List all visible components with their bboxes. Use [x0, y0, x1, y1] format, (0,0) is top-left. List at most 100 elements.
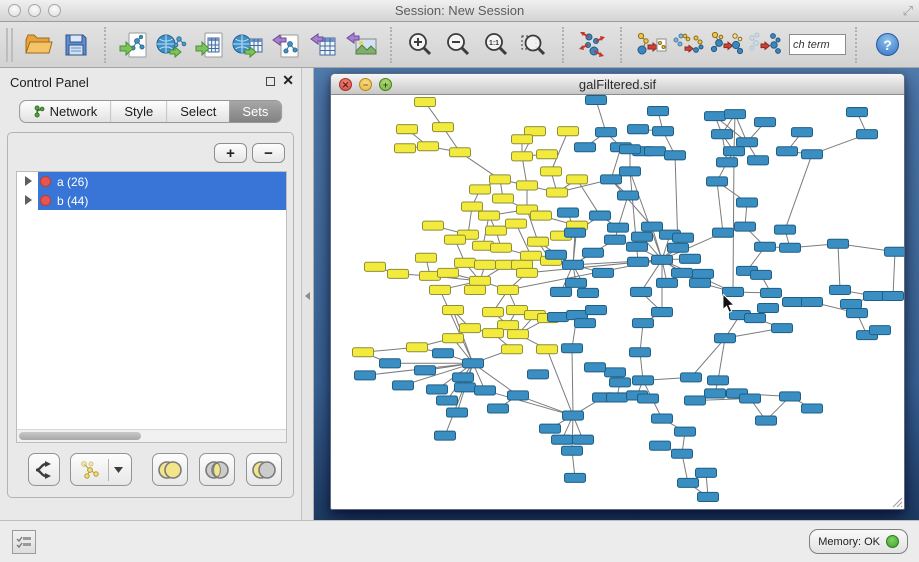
network-node[interactable]: [673, 233, 694, 242]
network-node[interactable]: [638, 394, 659, 403]
network-node[interactable]: [593, 268, 614, 277]
network-node[interactable]: [780, 392, 801, 401]
export-network-button[interactable]: [267, 26, 305, 64]
network-node[interactable]: [486, 226, 507, 235]
network-node[interactable]: [575, 143, 596, 152]
network-node[interactable]: [630, 348, 651, 357]
network-node[interactable]: [653, 127, 674, 136]
network-node[interactable]: [830, 285, 851, 294]
network-node[interactable]: [755, 242, 776, 251]
network-node[interactable]: [642, 222, 663, 231]
network-node[interactable]: [652, 255, 673, 264]
network-node[interactable]: [737, 138, 758, 147]
panel-divider[interactable]: [301, 68, 314, 520]
difference-sets-button[interactable]: [246, 453, 282, 486]
network-node[interactable]: [433, 349, 454, 358]
network-window[interactable]: ✕ − + galFiltered.sif: [330, 73, 905, 510]
network-node[interactable]: [475, 386, 496, 395]
network-node[interactable]: [355, 371, 376, 380]
network-node[interactable]: [455, 383, 476, 392]
network-node[interactable]: [717, 158, 738, 167]
network-node[interactable]: [652, 414, 673, 423]
network-edge[interactable]: [734, 114, 735, 151]
network-node[interactable]: [537, 345, 558, 354]
network-node[interactable]: [517, 268, 538, 277]
network-node[interactable]: [705, 389, 726, 398]
network-node[interactable]: [450, 148, 471, 157]
network-node[interactable]: [737, 198, 758, 207]
network-node[interactable]: [445, 235, 466, 244]
network-edge[interactable]: [572, 416, 573, 451]
network-node[interactable]: [802, 404, 823, 413]
network-node[interactable]: [393, 381, 414, 390]
network-node[interactable]: [715, 334, 736, 343]
network-node[interactable]: [645, 147, 666, 156]
network-node[interactable]: [546, 250, 567, 259]
network-node[interactable]: [758, 304, 779, 313]
network-node[interactable]: [708, 376, 729, 385]
network-node[interactable]: [672, 268, 693, 277]
network-graph[interactable]: [331, 95, 904, 509]
network-node[interactable]: [463, 359, 484, 368]
network-node[interactable]: [490, 175, 511, 184]
network-node[interactable]: [418, 142, 439, 151]
network-node[interactable]: [665, 151, 686, 160]
network-node[interactable]: [696, 468, 717, 477]
save-session-button[interactable]: [57, 26, 95, 64]
network-node[interactable]: [680, 254, 701, 263]
network-node[interactable]: [573, 435, 594, 444]
network-node[interactable]: [443, 334, 464, 343]
network-node[interactable]: [508, 391, 529, 400]
network-node[interactable]: [724, 147, 745, 156]
network-node[interactable]: [547, 188, 568, 197]
tab-select[interactable]: Select: [166, 101, 229, 122]
network-node[interactable]: [567, 175, 588, 184]
network-node[interactable]: [675, 427, 696, 436]
network-node[interactable]: [828, 239, 849, 248]
network-node[interactable]: [575, 319, 596, 328]
network-edge[interactable]: [733, 151, 734, 292]
network-node[interactable]: [365, 262, 386, 271]
intersect-sets-button[interactable]: [199, 453, 235, 486]
float-panel-icon[interactable]: [266, 77, 275, 86]
network-edge[interactable]: [572, 348, 573, 415]
network-node[interactable]: [620, 145, 641, 154]
network-node[interactable]: [388, 269, 409, 278]
network-node[interactable]: [631, 287, 652, 296]
network-node[interactable]: [864, 291, 885, 300]
network-node[interactable]: [397, 125, 418, 134]
network-node[interactable]: [427, 385, 448, 394]
network-node[interactable]: [650, 441, 671, 450]
network-node[interactable]: [628, 125, 649, 134]
network-node[interactable]: [498, 285, 519, 294]
network-node[interactable]: [470, 185, 491, 194]
network-node[interactable]: [698, 492, 719, 501]
zoom-selected-button[interactable]: [515, 26, 553, 64]
network-node[interactable]: [565, 228, 586, 237]
task-history-button[interactable]: [12, 530, 36, 554]
network-node[interactable]: [610, 378, 631, 387]
network-node[interactable]: [857, 130, 878, 139]
network-node[interactable]: [735, 222, 756, 231]
network-edge[interactable]: [893, 252, 895, 296]
network-edge[interactable]: [717, 181, 723, 232]
import-table-web-button[interactable]: [229, 26, 267, 64]
tab-network[interactable]: Network: [20, 101, 111, 122]
network-node[interactable]: [502, 345, 523, 354]
network-node[interactable]: [712, 130, 733, 139]
network-node[interactable]: [681, 373, 702, 382]
network-node[interactable]: [841, 299, 862, 308]
network-node[interactable]: [521, 251, 542, 260]
network-node[interactable]: [512, 152, 533, 161]
network-node[interactable]: [783, 297, 804, 306]
network-node[interactable]: [435, 431, 456, 440]
network-node[interactable]: [883, 291, 904, 300]
network-node[interactable]: [462, 202, 483, 211]
network-node[interactable]: [745, 314, 766, 323]
network-node[interactable]: [578, 288, 599, 297]
network-node[interactable]: [415, 98, 436, 107]
zoom-out-button[interactable]: [439, 26, 477, 64]
network-node[interactable]: [537, 150, 558, 159]
network-node[interactable]: [479, 211, 500, 220]
network-node[interactable]: [548, 313, 569, 322]
